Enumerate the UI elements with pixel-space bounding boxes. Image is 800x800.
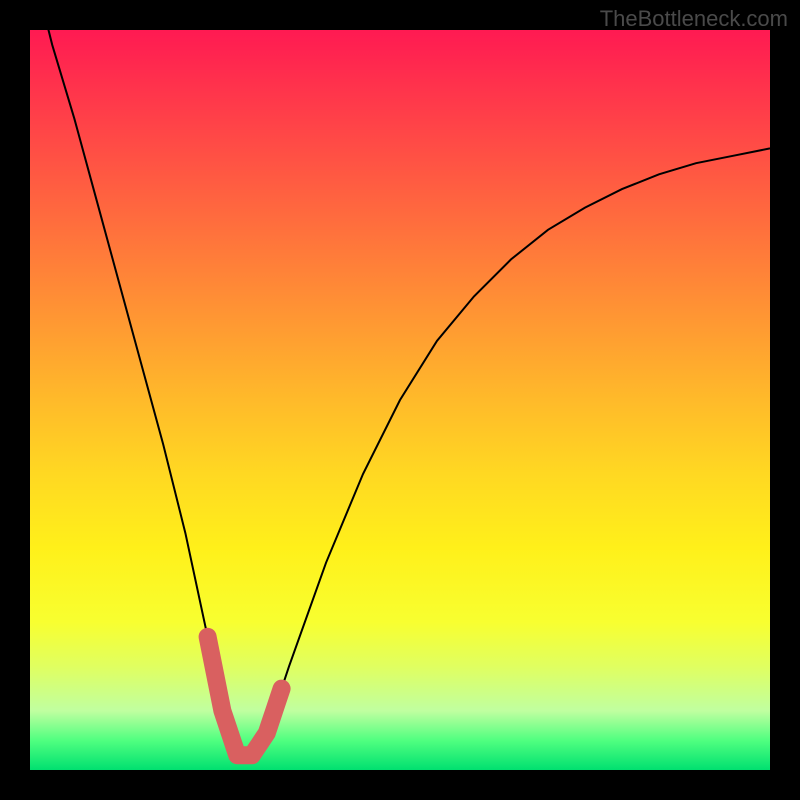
minimum-overlay-u — [208, 637, 282, 755]
plot-area — [30, 30, 770, 770]
chart-svg — [30, 30, 770, 770]
watermark-text: TheBottleneck.com — [600, 6, 788, 32]
main-curve-line — [30, 0, 770, 755]
